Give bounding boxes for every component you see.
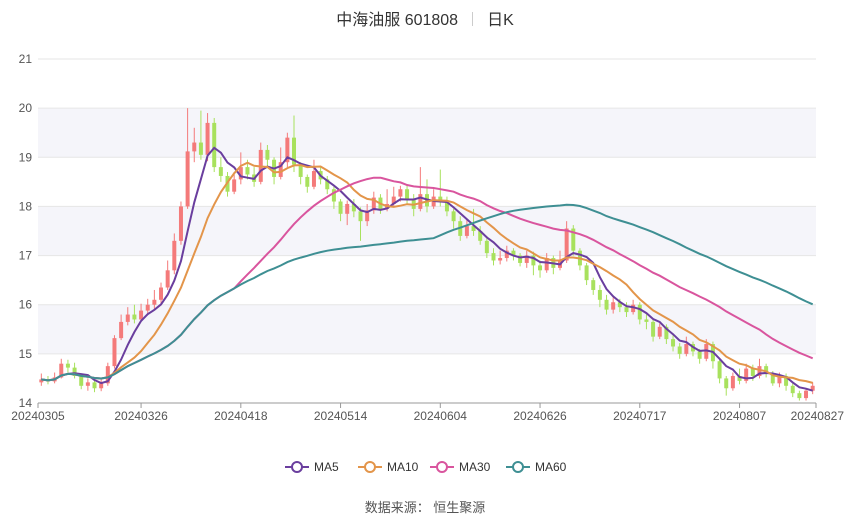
candle-body [125,314,130,322]
candle-body [491,253,496,261]
candle-body [611,302,616,310]
y-tick-label: 20 [19,101,33,115]
y-tick-label: 16 [19,298,33,312]
candle-body [644,319,649,322]
legend-label: MA60 [535,460,567,474]
legend-marker [364,461,376,473]
candle-body [730,375,735,389]
candle-body [112,338,117,367]
y-tick-label: 17 [19,249,33,263]
candle-body [218,167,223,176]
legend-label: MA5 [314,460,339,474]
x-tick-label: 20240626 [513,409,567,423]
x-tick-label: 20240604 [414,409,468,423]
candle-body [671,339,676,347]
y-tick-label: 18 [19,199,33,213]
y-tick-label: 19 [19,150,33,164]
candle-body [152,299,157,305]
candle-body [418,194,423,209]
data-source: 数据来源： 恒生聚源 [364,500,486,515]
candle-body [205,122,210,155]
candle-body [192,142,197,152]
candle-body [159,287,164,300]
y-tick-label: 15 [19,347,33,361]
y-tick-label: 14 [19,396,33,410]
x-tick-label: 20240807 [713,409,767,423]
candle-body [92,382,97,389]
candle-body [305,176,310,187]
candle-body [538,265,543,271]
candle-body [79,375,84,386]
candle-body [185,151,190,207]
x-tick-label: 20240305 [11,409,65,423]
candle-body [684,344,689,354]
candle-body [651,321,656,337]
candle-body [624,307,629,313]
candle-body [637,304,642,320]
candle-body [212,122,217,168]
candle-body [464,226,469,236]
candle-body [657,326,662,337]
grid-band [38,206,816,256]
candle-body [85,382,90,386]
candle-body [311,171,316,187]
candle-body [604,299,609,310]
candle-body [677,346,682,354]
legend-marker [512,461,524,473]
candle-body [119,321,124,339]
candle-body [165,270,170,288]
candle-body [717,361,722,379]
grid-band [38,304,816,354]
y-tick-label: 21 [19,52,33,66]
x-tick-label: 20240827 [791,409,845,423]
candle-body [697,351,702,359]
candle-body [790,385,795,394]
x-tick-label: 20240717 [613,409,667,423]
candle-body [198,142,203,155]
candle-body [178,206,183,241]
candle-body [405,189,410,200]
candle-body [245,167,250,175]
candle-body [804,390,809,399]
candle-body [498,258,503,261]
kline-chart: 14 15 16 17 18 19 20 21 20240305 20240326 20240418… [11,52,845,474]
x-tick-label: 20240418 [214,409,268,423]
grid-band [38,108,816,158]
candle-body [797,393,802,399]
candle-body [65,363,70,368]
candle-body [591,280,596,290]
candle-body [398,189,403,197]
candle-body [132,314,137,320]
candle-body [338,201,343,214]
candle-body [584,265,589,281]
legend-label: MA30 [459,460,491,474]
candle-body [172,240,177,271]
x-tick-label: 20240514 [314,409,368,423]
candle-body [451,211,456,222]
candle-body [724,378,729,389]
candle-body [232,179,237,192]
candle-body [597,289,602,300]
candle-body [145,304,150,311]
legend-label: MA10 [387,460,419,474]
candle-body [484,240,489,254]
candle-body [358,211,363,222]
candle-body [345,203,350,214]
x-tick-label: 20240326 [114,409,168,423]
legend-marker [436,461,448,473]
candle-body [265,149,270,160]
legend-marker [291,461,303,473]
